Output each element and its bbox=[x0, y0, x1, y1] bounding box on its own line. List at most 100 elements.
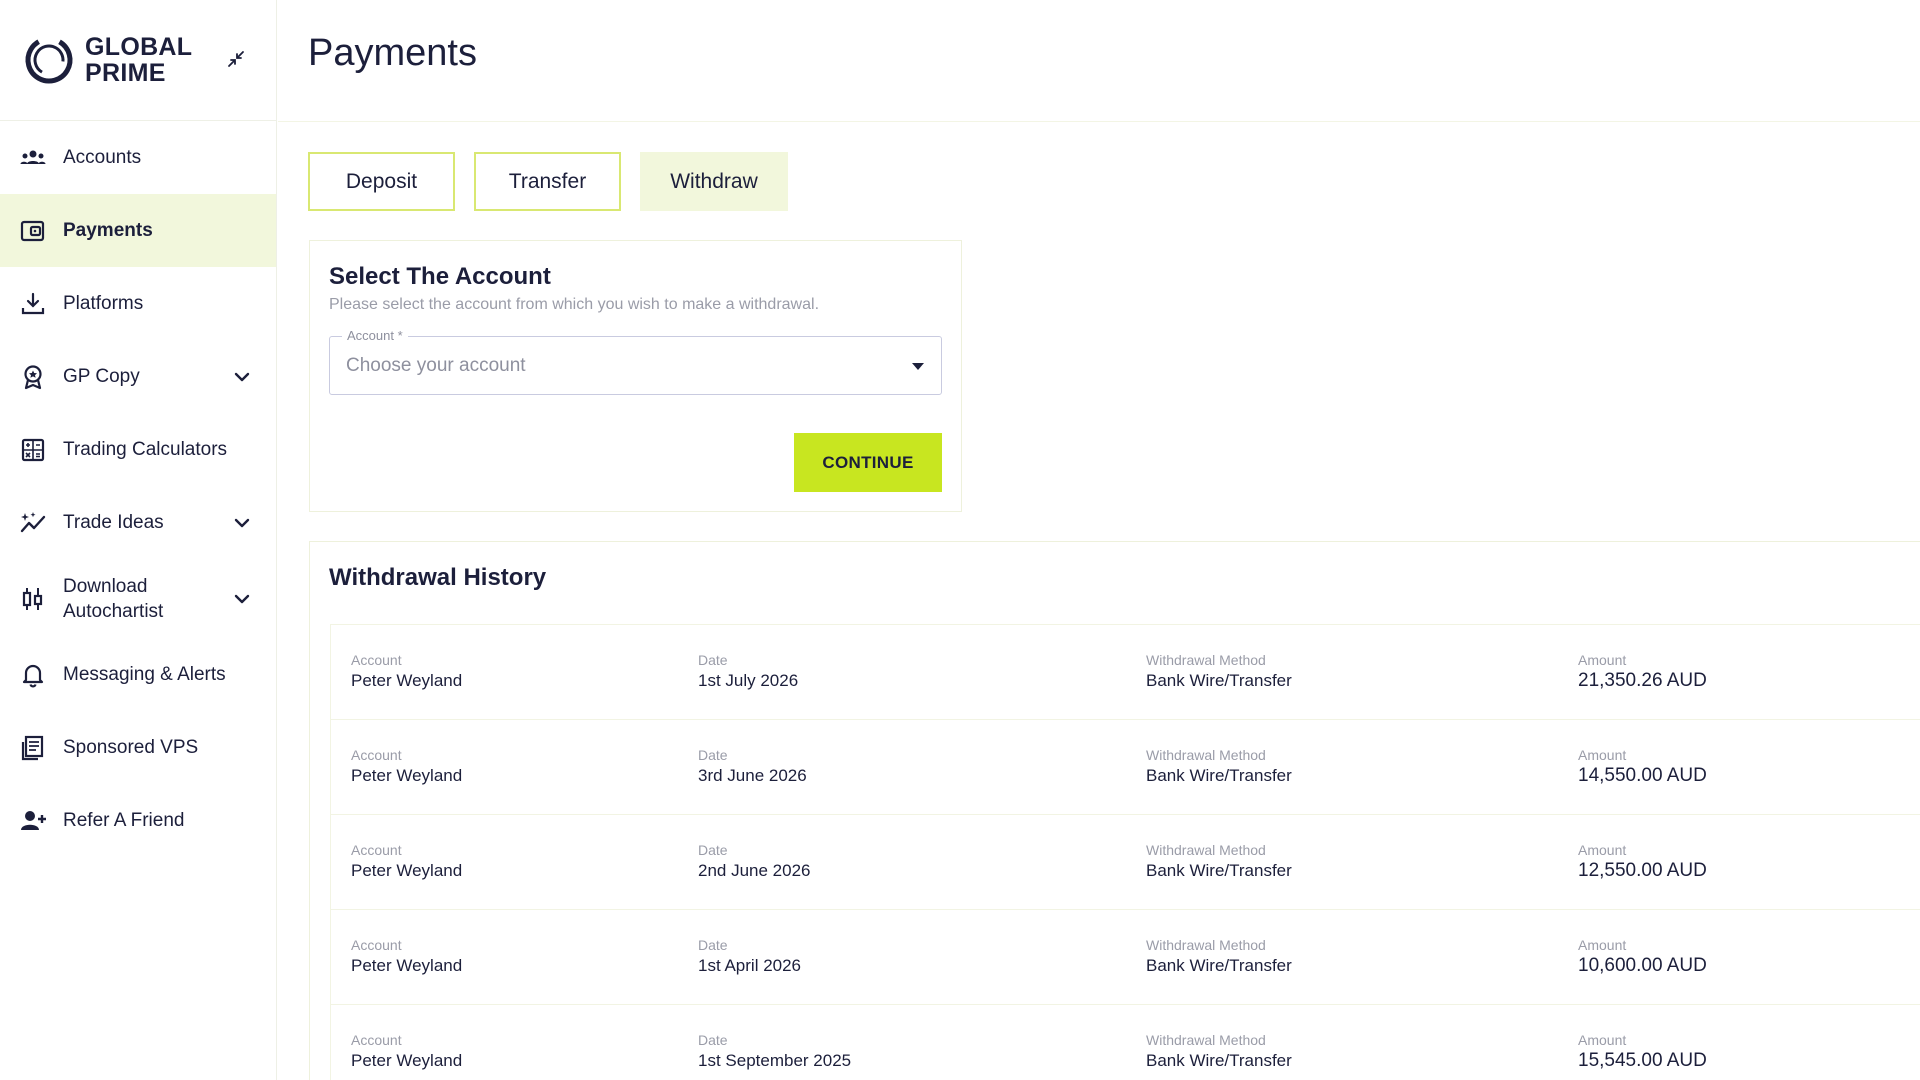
sidebar-item-trade-ideas[interactable]: Trade Ideas bbox=[0, 486, 276, 559]
account-select-label: Account * bbox=[342, 328, 408, 343]
page-title: Payments bbox=[308, 32, 477, 74]
account-value: Peter Weyland bbox=[351, 1051, 463, 1070]
sidebar-item-gp-copy[interactable]: GP Copy bbox=[0, 340, 276, 413]
user-plus-icon bbox=[21, 810, 46, 830]
tab-transfer[interactable]: Transfer bbox=[474, 152, 621, 211]
caret-down-icon bbox=[912, 363, 924, 370]
brand-name: GLOBAL PRIME bbox=[85, 34, 192, 86]
sidebar-item-trading-calculators[interactable]: Trading Calculators bbox=[0, 413, 276, 486]
global-prime-logo-icon bbox=[25, 36, 73, 84]
account-select[interactable]: Account * Choose your account bbox=[329, 328, 942, 395]
amount-cell: Amount 10,600.00 AUD bbox=[1578, 936, 1707, 978]
sidebar-item-platforms[interactable]: Platforms bbox=[0, 267, 276, 340]
date-label: Date bbox=[698, 842, 728, 858]
account-cell: Account Peter Weyland bbox=[351, 936, 462, 978]
amount-label: Amount bbox=[1578, 652, 1627, 668]
amount-label: Amount bbox=[1578, 747, 1627, 763]
method-cell: Withdrawal Method Bank Wire/Transfer bbox=[1146, 841, 1292, 883]
sidebar-item-label: Trade Ideas bbox=[63, 512, 164, 533]
sidebar-nav: Accounts Payments Platforms GP Copy Trad… bbox=[0, 121, 276, 857]
sidebar-item-label: Sponsored VPS bbox=[63, 737, 199, 758]
withdrawal-history-card: Withdrawal History Account Peter Weyland… bbox=[309, 541, 1920, 1080]
award-icon bbox=[24, 364, 42, 389]
tab-withdraw[interactable]: Withdraw bbox=[640, 152, 788, 211]
account-value: Peter Weyland bbox=[351, 956, 463, 975]
sidebar-item-messaging-alerts[interactable]: Messaging & Alerts bbox=[0, 638, 276, 711]
download-icon bbox=[21, 292, 45, 314]
server-icon bbox=[21, 735, 44, 760]
sidebar-item-label: Download Autochartist bbox=[63, 574, 163, 624]
method-value: Bank Wire/Transfer bbox=[1146, 956, 1292, 975]
sidebar-item-download-autochartist[interactable]: Download Autochartist bbox=[0, 559, 276, 638]
brand: GLOBAL PRIME bbox=[0, 0, 276, 121]
account-select-placeholder: Choose your account bbox=[346, 355, 526, 376]
account-cell: Account Peter Weyland bbox=[351, 746, 462, 788]
amount-value: 14,550.00 AUD bbox=[1578, 765, 1707, 786]
collapse-sidebar-icon[interactable] bbox=[226, 49, 246, 69]
date-value: 3rd June 2026 bbox=[698, 766, 807, 785]
account-label: Account bbox=[351, 652, 402, 668]
account-cell: Account Peter Weyland bbox=[351, 651, 462, 693]
sidebar-item-payments[interactable]: Payments bbox=[0, 194, 276, 267]
chevron-down-icon[interactable] bbox=[232, 513, 252, 533]
sidebar-item-label: GP Copy bbox=[63, 366, 140, 387]
sidebar-item-label: Platforms bbox=[63, 293, 144, 314]
withdrawal-history-list: Account Peter Weyland Date 1st July 2026… bbox=[330, 624, 1920, 1080]
sidebar-item-label-line2: Autochartist bbox=[63, 600, 164, 622]
sidebar-item-label: Trading Calculators bbox=[63, 439, 228, 460]
chevron-down-icon[interactable] bbox=[232, 589, 252, 609]
date-cell: Date 1st April 2026 bbox=[698, 936, 801, 978]
sidebar: GLOBAL PRIME Accounts Payments Platforms… bbox=[0, 0, 277, 1080]
account-label: Account bbox=[351, 747, 402, 763]
tab-deposit[interactable]: Deposit bbox=[308, 152, 455, 211]
page-header: Payments bbox=[278, 0, 1920, 122]
date-cell: Date 1st September 2025 bbox=[698, 1031, 851, 1073]
table-row: Account Peter Weyland Date 1st September… bbox=[331, 1005, 1920, 1080]
amount-value: 12,550.00 AUD bbox=[1578, 860, 1707, 881]
chevron-down-icon[interactable] bbox=[232, 367, 252, 387]
select-account-card: Select The Account Please select the acc… bbox=[309, 240, 962, 512]
sidebar-item-label: Accounts bbox=[63, 147, 142, 168]
account-label: Account bbox=[351, 842, 402, 858]
date-value: 1st April 2026 bbox=[698, 956, 802, 975]
amount-value: 10,600.00 AUD bbox=[1578, 955, 1707, 976]
sidebar-item-accounts[interactable]: Accounts bbox=[0, 121, 276, 194]
sidebar-item-label-line1: Download bbox=[63, 575, 148, 597]
amount-value: 15,545.00 AUD bbox=[1578, 1050, 1707, 1071]
account-value: Peter Weyland bbox=[351, 766, 463, 785]
calculator-icon bbox=[21, 438, 45, 461]
sidebar-item-label: Payments bbox=[63, 220, 153, 241]
table-row: Account Peter Weyland Date 1st July 2026… bbox=[331, 625, 1920, 720]
sidebar-item-label: Refer A Friend bbox=[63, 810, 185, 831]
method-label: Withdrawal Method bbox=[1146, 842, 1266, 858]
bell-icon bbox=[22, 664, 44, 687]
method-value: Bank Wire/Transfer bbox=[1146, 671, 1292, 690]
date-label: Date bbox=[698, 652, 728, 668]
amount-label: Amount bbox=[1578, 1032, 1627, 1048]
date-cell: Date 2nd June 2026 bbox=[698, 841, 811, 883]
method-value: Bank Wire/Transfer bbox=[1146, 1051, 1292, 1070]
sidebar-item-refer-a-friend[interactable]: Refer A Friend bbox=[0, 784, 276, 857]
account-value: Peter Weyland bbox=[351, 671, 463, 690]
sidebar-item-sponsored-vps[interactable]: Sponsored VPS bbox=[0, 711, 276, 784]
amount-label: Amount bbox=[1578, 842, 1627, 858]
amount-label: Amount bbox=[1578, 937, 1627, 953]
continue-button[interactable]: CONTINUE bbox=[794, 433, 942, 492]
date-label: Date bbox=[698, 1032, 728, 1048]
method-cell: Withdrawal Method Bank Wire/Transfer bbox=[1146, 1031, 1292, 1073]
table-row: Account Peter Weyland Date 3rd June 2026… bbox=[331, 720, 1920, 815]
date-label: Date bbox=[698, 747, 728, 763]
brand-line2: PRIME bbox=[85, 59, 166, 87]
amount-cell: Amount 21,350.26 AUD bbox=[1578, 651, 1707, 693]
withdrawal-history-title: Withdrawal History bbox=[329, 564, 547, 591]
account-label: Account bbox=[351, 937, 402, 953]
method-value: Bank Wire/Transfer bbox=[1146, 861, 1292, 880]
method-label: Withdrawal Method bbox=[1146, 747, 1266, 763]
table-row: Account Peter Weyland Date 2nd June 2026… bbox=[331, 815, 1920, 910]
select-account-title: Select The Account bbox=[329, 263, 551, 290]
date-cell: Date 1st July 2026 bbox=[698, 651, 798, 693]
account-cell: Account Peter Weyland bbox=[351, 1031, 462, 1073]
payment-tabs: Deposit Transfer Withdraw bbox=[308, 152, 807, 211]
candlestick-icon bbox=[22, 587, 43, 610]
date-value: 2nd June 2026 bbox=[698, 861, 811, 880]
